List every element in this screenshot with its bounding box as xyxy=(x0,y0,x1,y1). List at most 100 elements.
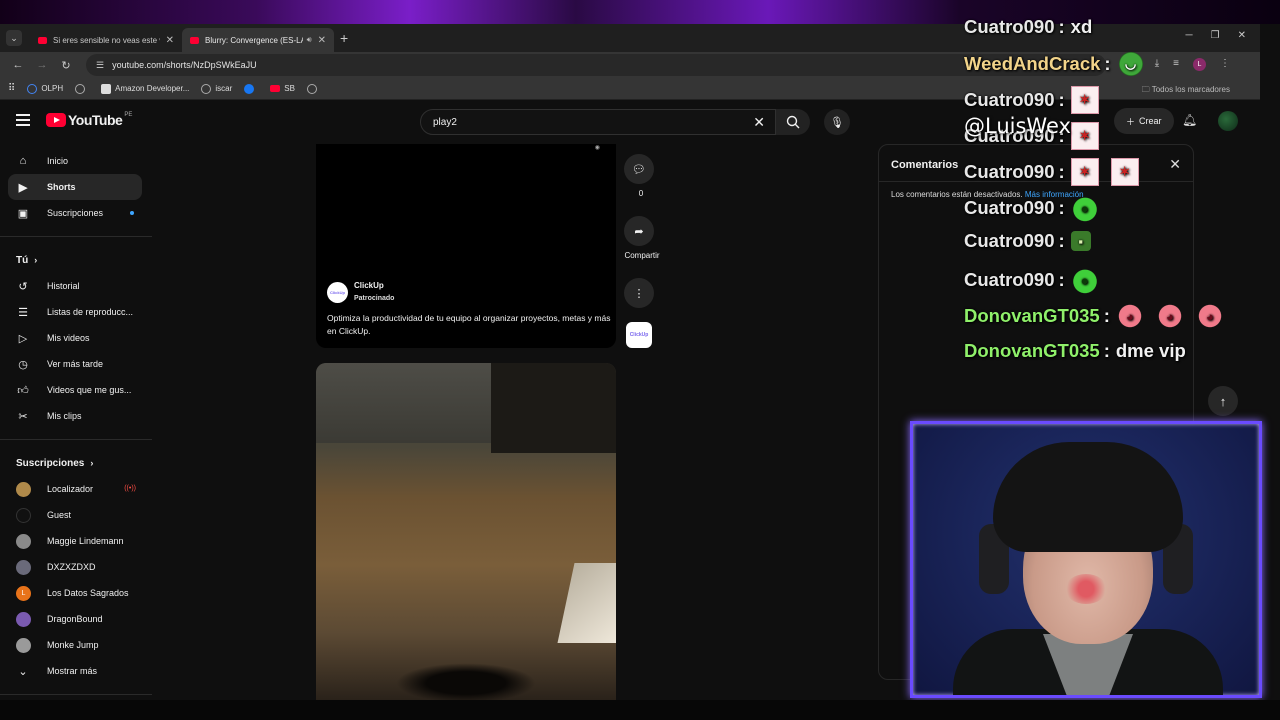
you-section-header[interactable]: Tú › xyxy=(0,247,152,273)
youtube-favicon-icon xyxy=(38,36,47,44)
search-input[interactable]: play2 ✕ xyxy=(420,109,776,135)
bookmark-item[interactable] xyxy=(306,83,321,94)
subscriptions-icon: ▣ xyxy=(17,207,29,220)
sidebar-item-suscripciones[interactable]: ▣ Suscripciones xyxy=(8,200,142,226)
bookmark-item[interactable]: SB xyxy=(270,84,295,93)
back-icon[interactable]: ← xyxy=(8,59,28,71)
sidebar-item-ver-mas-tarde[interactable]: ◷ Ver más tarde xyxy=(8,351,142,377)
bookmark-item[interactable]: OLPH xyxy=(27,83,63,94)
scroll-up-button[interactable]: ↑ xyxy=(1208,386,1238,416)
youtube-favicon-icon xyxy=(190,36,199,44)
sidebar-item-inicio[interactable]: ⌂ Inicio xyxy=(8,148,142,174)
amazon-icon xyxy=(101,83,112,94)
short-video-player[interactable] xyxy=(316,363,616,700)
divider xyxy=(0,439,152,440)
subscription-item[interactable]: DragonBound xyxy=(8,606,142,632)
chat-message: WeedAndCrack: ◡ xyxy=(964,50,1157,78)
tab-title: Blurry: Convergence (ES-LA xyxy=(205,35,303,45)
youtube-header: YouTube PE play2 ✕ 🎙︎ xyxy=(0,100,960,144)
shorts-actions: 💬︎ 0 ➦ Compartir ⋮ ClickUp xyxy=(624,154,660,348)
shorts-icon: ▶ xyxy=(18,181,28,194)
sidebar-item-me-gusta[interactable]: 👍︎ Videos que me gus... xyxy=(8,377,142,403)
frog-emote-icon: ● xyxy=(1070,194,1099,222)
subscription-item[interactable]: L Los Datos Sagrados xyxy=(8,580,142,606)
arrow-up-icon: ↑ xyxy=(1219,393,1227,409)
pink-emote-icon: ◕ xyxy=(1195,302,1224,330)
comments-button[interactable]: 💬︎ xyxy=(624,154,654,184)
menu-icon[interactable] xyxy=(16,114,30,129)
chat-message: Cuatro090: ● xyxy=(964,194,1111,222)
pink-emote-icon: ◕ xyxy=(1155,302,1184,330)
video-frame-light xyxy=(557,563,616,643)
youtube-icon xyxy=(270,85,281,92)
ogre-emote-icon: ▪ xyxy=(1070,231,1091,251)
site-info-icon[interactable]: ☰ xyxy=(96,60,104,71)
video-frame-dark xyxy=(491,363,616,453)
close-tab-icon[interactable]: ✕ xyxy=(166,35,174,46)
green-emote-icon: ◡ xyxy=(1116,50,1145,78)
globe-icon xyxy=(306,83,317,94)
channel-avatar xyxy=(16,611,31,627)
sidebar-item-shorts[interactable]: ▶ Shorts xyxy=(8,174,142,200)
bookmark-item[interactable] xyxy=(75,83,89,94)
pink-emote-icon: ◕ xyxy=(1115,302,1144,330)
sponsored-short-info: ◉ ClickUp ClickUp Patrocinado Optimiza l… xyxy=(316,144,616,348)
webcam-hair xyxy=(993,442,1183,552)
bookmark-item[interactable]: iscar xyxy=(201,83,232,94)
sidebar-item-historial[interactable]: ↺ Historial xyxy=(8,273,142,299)
share-icon: ➦ xyxy=(634,225,644,238)
clickup-logo-icon[interactable]: ClickUp xyxy=(327,282,348,303)
subscription-item[interactable]: Localizador ((•)) xyxy=(8,476,142,502)
browser-tab-2[interactable]: Blurry: Convergence (ES-LA 🔊︎ ✕ xyxy=(182,28,334,52)
tab-title: Si eres sensible no veas este vi xyxy=(53,35,160,45)
ad-channel-name[interactable]: ClickUp xyxy=(354,281,384,290)
live-icon: ((•)) xyxy=(124,485,136,492)
ad-description: Optimiza la productividad de tu equipo a… xyxy=(327,313,611,336)
share-button[interactable]: ➦ xyxy=(624,216,654,246)
sponsored-label: Patrocinado xyxy=(354,295,395,302)
subscription-item[interactable]: DXZXZDXD xyxy=(8,554,142,580)
close-tab-icon[interactable]: ✕ xyxy=(318,35,326,46)
rage-emote-icon: ✶ xyxy=(1110,158,1139,186)
chat-message: Cuatro090: ✶ xyxy=(964,86,1111,114)
chevron-right-icon: › xyxy=(90,458,94,468)
subscriptions-section-header[interactable]: Suscripciones › xyxy=(0,450,152,476)
clear-search-icon[interactable]: ✕ xyxy=(753,114,765,131)
voice-search-button[interactable]: 🎙︎ xyxy=(824,109,850,135)
chat-message: DonovanGT035: dme vip xyxy=(964,340,1186,361)
comment-icon: 💬︎ xyxy=(632,163,646,176)
sidebar-item-listas[interactable]: ☰ Listas de reproducc... xyxy=(8,299,142,325)
new-tab-button[interactable]: + xyxy=(340,30,348,46)
show-more-button[interactable]: ⌄ Mostrar más xyxy=(8,658,142,684)
youtube-logo[interactable]: YouTube PE xyxy=(46,112,132,128)
forward-icon[interactable]: → xyxy=(32,59,52,71)
divider xyxy=(0,694,152,695)
globe-icon xyxy=(75,83,86,94)
channel-avatar: L xyxy=(16,585,31,601)
tab-search-button[interactable]: ⌄ xyxy=(6,30,22,46)
search-button[interactable] xyxy=(776,109,810,135)
clickup-logo-icon[interactable]: ClickUp xyxy=(626,322,652,348)
subscription-item[interactable]: Monke Jump xyxy=(8,632,142,658)
bookmark-item[interactable] xyxy=(244,83,258,94)
chat-message: Cuatro090: ● xyxy=(964,266,1111,294)
my-videos-icon: ▷ xyxy=(18,332,28,345)
channel-avatar xyxy=(16,481,31,497)
speaker-icon[interactable]: 🔊︎ xyxy=(307,35,312,45)
history-icon: ↺ xyxy=(18,280,28,293)
sidebar-item-mis-clips[interactable]: ✂ Mis clips xyxy=(8,403,142,429)
chat-message: Cuatro090: ✶ ✶ xyxy=(964,158,1151,186)
reload-icon[interactable]: ↻ xyxy=(56,59,76,72)
subscription-item[interactable]: Maggie Lindemann xyxy=(8,528,142,554)
video-frame-debris xyxy=(396,663,536,700)
chevron-down-icon: ⌄ xyxy=(18,665,28,678)
apps-icon[interactable]: ⠿ xyxy=(8,83,15,94)
url-field[interactable]: ☰ youtube.com/shorts/NzDpSWkEaJU xyxy=(86,54,1106,76)
bookmark-item[interactable]: Amazon Developer... xyxy=(101,83,189,94)
sidebar-item-mis-videos[interactable]: ▷ Mis videos xyxy=(8,325,142,351)
more-options-button[interactable]: ⋮ xyxy=(624,278,654,308)
browser-tab-1[interactable]: Si eres sensible no veas este vi ✕ xyxy=(30,28,182,52)
channel-avatar xyxy=(16,507,31,523)
subscription-item[interactable]: Guest xyxy=(8,502,142,528)
clips-icon: ✂ xyxy=(18,410,28,423)
